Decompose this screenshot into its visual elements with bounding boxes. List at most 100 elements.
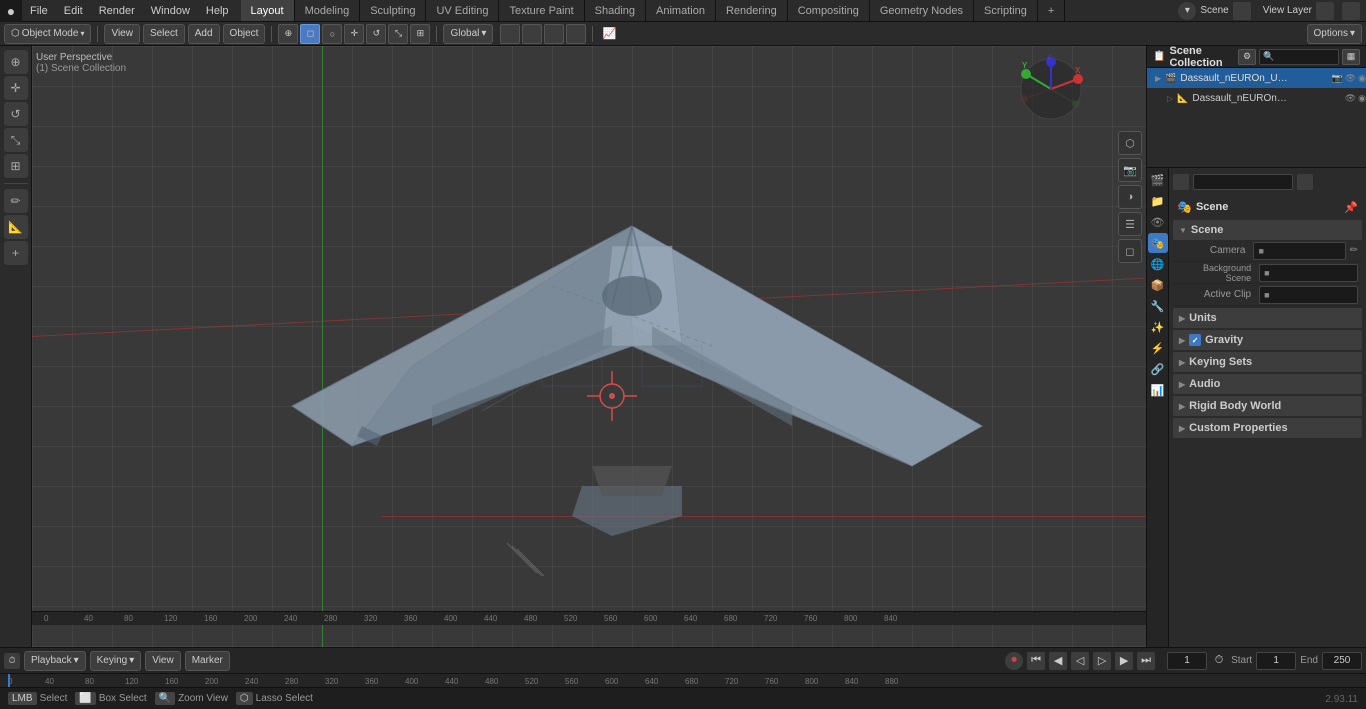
scene-props-pin[interactable]: 📌 <box>1344 201 1358 214</box>
props-header-search-btn[interactable] <box>1173 174 1189 190</box>
add-lt-btn[interactable]: + <box>4 241 28 265</box>
scene-props-icon-sidebar[interactable]: 🎭 <box>1148 233 1168 253</box>
measure-lt-btn[interactable]: 📐 <box>4 215 28 239</box>
start-frame-input[interactable]: 1 <box>1256 652 1296 670</box>
add-btn[interactable]: Add <box>188 24 220 44</box>
tab-animation[interactable]: Animation <box>646 0 716 21</box>
magnet-btn[interactable] <box>500 24 520 44</box>
view-btn[interactable]: View <box>104 24 140 44</box>
units-section-header[interactable]: ▶ Units <box>1173 308 1362 328</box>
menu-help[interactable]: Help <box>198 0 237 21</box>
play-reverse-btn[interactable]: ◁ <box>1071 652 1089 670</box>
camera-eyedropper[interactable]: ✏ <box>1350 245 1358 256</box>
viewport-gizmo[interactable]: X Y Z <box>1016 54 1086 124</box>
keying-btn[interactable]: Keying ▾ <box>90 651 142 671</box>
tab-add-workspace[interactable]: + <box>1038 0 1065 21</box>
keying-sets-section-header[interactable]: ▶ Keying Sets <box>1173 352 1362 372</box>
scale-lt-btn[interactable]: ⤡ <box>4 128 28 152</box>
rotate-tool[interactable]: ↺ <box>366 24 386 44</box>
select-tool-active[interactable]: ◻ <box>300 24 320 44</box>
menu-window[interactable]: Window <box>143 0 198 21</box>
tab-uv-editing[interactable]: UV Editing <box>426 0 499 21</box>
current-frame-input[interactable]: 1 <box>1167 652 1207 670</box>
perspective-toggle-btn[interactable]: ⬡ <box>1118 131 1142 155</box>
annotate-lt-btn[interactable]: ✏ <box>4 189 28 213</box>
constraints-props-icon[interactable]: 🔗 <box>1148 359 1168 379</box>
tab-modeling[interactable]: Modeling <box>295 0 361 21</box>
tab-geometry-nodes[interactable]: Geometry Nodes <box>870 0 974 21</box>
timeline-scrubber[interactable]: 0 40 80 120 160 200 240 280 320 360 400 … <box>0 673 1366 687</box>
marker-btn[interactable]: Marker <box>185 651 230 671</box>
tab-sculpting[interactable]: Sculpting <box>360 0 426 21</box>
menu-edit[interactable]: Edit <box>56 0 91 21</box>
graph-icon[interactable]: 📈 <box>599 24 619 44</box>
tab-layout[interactable]: Layout <box>241 0 295 21</box>
physics-props-icon[interactable]: ⚡ <box>1148 338 1168 358</box>
mode-selector[interactable]: ⬡ Object Mode ▾ <box>4 24 91 44</box>
active-clip-value[interactable]: ■ <box>1259 286 1358 304</box>
scale-tool[interactable]: ⤡ <box>388 24 408 44</box>
timeline-view-btn[interactable]: View <box>145 651 181 671</box>
end-frame-input[interactable]: 250 <box>1322 652 1362 670</box>
item-0-eye-icon[interactable]: 👁 <box>1345 73 1356 84</box>
transform-mode[interactable]: Global ▾ <box>443 24 493 44</box>
scene-options-btn[interactable] <box>1233 2 1251 20</box>
playback-btn[interactable]: Playback ▾ <box>24 651 86 671</box>
gravity-section-header[interactable]: ▶ ✓ Gravity <box>1173 330 1362 350</box>
outliner-item-0[interactable]: ▶ 🎬 Dassault_nEUROn_UCAV_Flic 📷 👁 ◉ <box>1147 68 1366 88</box>
object-btn[interactable]: Object <box>223 24 266 44</box>
proportional-btn[interactable] <box>544 24 564 44</box>
object-props-icon[interactable]: 📦 <box>1148 275 1168 295</box>
data-props-icon[interactable]: 📊 <box>1148 380 1168 400</box>
step-forward-btn[interactable]: ▶ <box>1115 652 1133 670</box>
tab-shading[interactable]: Shading <box>585 0 646 21</box>
render-props-icon[interactable]: 🎬 <box>1148 170 1168 190</box>
pivot-btn[interactable] <box>522 24 542 44</box>
options-btn[interactable]: Options ▾ <box>1307 24 1363 44</box>
camera-view-btn[interactable]: 📷 <box>1118 158 1142 182</box>
select-btn[interactable]: Select <box>143 24 185 44</box>
overlay-btn[interactable]: ☰ <box>1118 212 1142 236</box>
gravity-checkbox[interactable]: ✓ <box>1189 334 1201 346</box>
props-filter-btn[interactable] <box>1297 174 1313 190</box>
outliner-filter-btn[interactable]: ⚙ <box>1238 49 1256 65</box>
item-0-render-icon[interactable]: ◉ <box>1358 73 1366 84</box>
jump-end-btn[interactable]: ⏭ <box>1137 652 1155 670</box>
world-props-icon[interactable]: 🌐 <box>1148 254 1168 274</box>
rotate-lt-btn[interactable]: ↺ <box>4 102 28 126</box>
timeline-playhead[interactable] <box>8 674 10 687</box>
viewport[interactable]: User Perspective (1) Scene Collection X … <box>32 46 1146 647</box>
transform-tool[interactable]: ⊞ <box>410 24 430 44</box>
cursor-lt-btn[interactable]: ⊕ <box>4 50 28 74</box>
fps-clock-icon[interactable]: ⏱ <box>1211 653 1227 669</box>
view-layer-btn[interactable] <box>1316 2 1334 20</box>
props-search-input[interactable] <box>1193 174 1293 190</box>
particles-props-icon[interactable]: ✨ <box>1148 317 1168 337</box>
record-btn[interactable]: ⏺ <box>1005 652 1023 670</box>
view-layer-options[interactable] <box>1342 2 1360 20</box>
rigid-body-world-section-header[interactable]: ▶ Rigid Body World <box>1173 396 1362 416</box>
xray-btn[interactable]: ◻ <box>1118 239 1142 263</box>
outliner-item-1[interactable]: ▷ 📐 Dassault_nEUROn_UCAV 👁 ◉ <box>1147 88 1366 108</box>
step-back-btn[interactable]: ◀ <box>1049 652 1067 670</box>
tab-rendering[interactable]: Rendering <box>716 0 788 21</box>
modifier-props-icon[interactable]: 🔧 <box>1148 296 1168 316</box>
timeline-mode-btn[interactable]: ⏱ <box>4 653 20 669</box>
menu-render[interactable]: Render <box>91 0 143 21</box>
proportional-mode-btn[interactable] <box>566 24 586 44</box>
move-lt-btn[interactable]: ✛ <box>4 76 28 100</box>
cursor-tool[interactable]: ⊕ <box>278 24 298 44</box>
lasso-tool[interactable]: ○ <box>322 24 342 44</box>
audio-section-header[interactable]: ▶ Audio <box>1173 374 1362 394</box>
camera-value[interactable]: ■ <box>1253 242 1345 260</box>
output-props-icon[interactable]: 📁 <box>1148 191 1168 211</box>
tab-scripting[interactable]: Scripting <box>974 0 1038 21</box>
tab-texture-paint[interactable]: Texture Paint <box>499 0 584 21</box>
render-mode-btn[interactable]: ◑ <box>1118 185 1142 209</box>
custom-properties-section-header[interactable]: ▶ Custom Properties <box>1173 418 1362 438</box>
transform-lt-btn[interactable]: ⊞ <box>4 154 28 178</box>
item-1-eye-icon[interactable]: 👁 <box>1345 93 1356 104</box>
outliner-filter2-btn[interactable]: ▦ <box>1342 49 1360 65</box>
move-tool[interactable]: ✛ <box>344 24 364 44</box>
jump-start-btn[interactable]: ⏮ <box>1027 652 1045 670</box>
